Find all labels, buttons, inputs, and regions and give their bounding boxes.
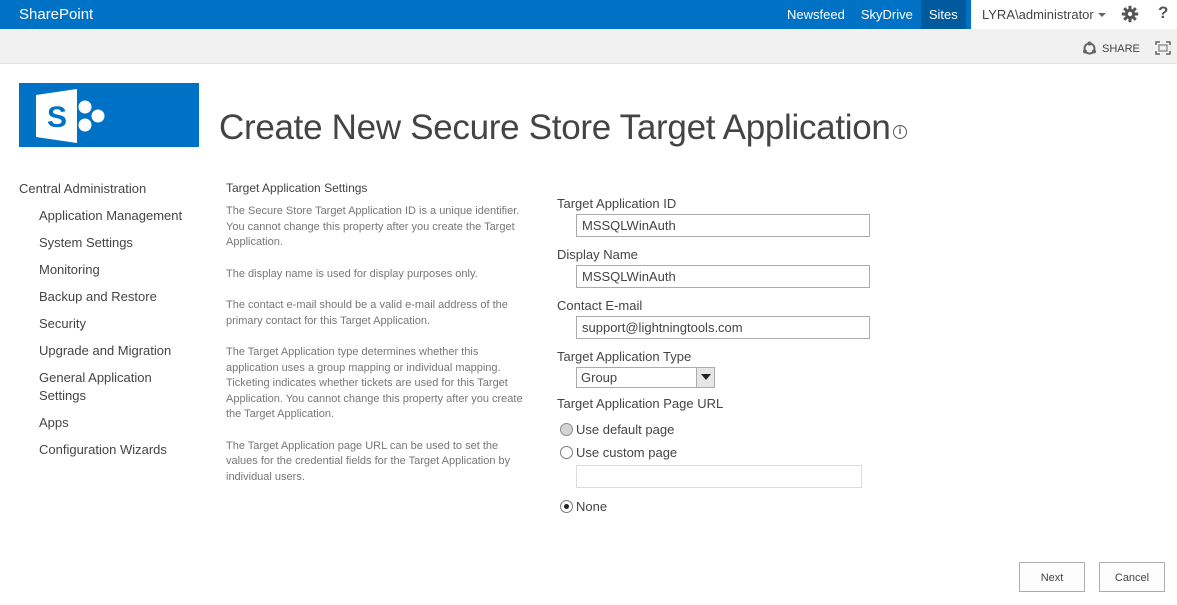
svg-text:S: S [47,101,67,134]
nav-item-application-management[interactable]: Application Management [39,207,199,225]
share-label: SHARE [1102,42,1140,55]
nav-item-system-settings[interactable]: System Settings [39,234,199,252]
suite-bar: SharePoint Newsfeed SkyDrive Sites LYRA\… [0,0,1177,29]
radio-custom-page-label: Use custom page [576,444,678,460]
nav-item-apps[interactable]: Apps [39,414,199,432]
display-name-label: Display Name [557,247,638,262]
app-type-label: Target Application Type [557,349,692,364]
suite-links: Newsfeed SkyDrive Sites [779,0,966,29]
nav-item-upgrade-and-migration[interactable]: Upgrade and Migration [39,342,199,360]
nav-item-security[interactable]: Security [39,315,199,333]
cancel-button[interactable]: Cancel [1099,562,1165,592]
help-icon[interactable]: ? [1158,3,1168,23]
description-page-url: The Target Application page URL can be u… [226,439,511,483]
contact-email-label: Contact E-mail [557,298,643,313]
target-application-form: Target Application ID Display Name Conta… [557,195,877,514]
ribbon: SHARE [0,29,1177,64]
settings-description: Target Application Settings The Secure S… [226,181,531,501]
sharepoint-logo-icon: S [36,89,105,143]
dropdown-arrow-icon[interactable] [696,368,714,387]
sites-link[interactable]: Sites [920,0,966,29]
page-title: Create New Secure Store Target Applicati… [219,108,891,147]
next-button[interactable]: Next [1019,562,1085,592]
nav-item-backup-and-restore[interactable]: Backup and Restore [39,288,199,306]
radio-custom-page[interactable]: Use custom page [557,444,877,460]
custom-page-url-input[interactable] [576,465,862,488]
info-icon[interactable]: i [893,125,907,139]
share-button[interactable]: SHARE [1082,41,1140,56]
page-url-label: Target Application Page URL [557,396,724,411]
description-contact-email: The contact e-mail should be a valid e-m… [226,299,508,327]
description-app-id: The Secure Store Target Application ID i… [226,205,520,248]
user-menu[interactable]: LYRA\administrator [982,7,1106,22]
user-area: LYRA\administrator ? [971,0,1177,29]
gear-icon[interactable] [1121,5,1139,28]
nav-items: Application Management System Settings M… [19,207,199,459]
site-logo[interactable]: S [19,83,199,147]
app-id-label: Target Application ID [557,196,677,211]
description-app-type: The Target Application type determines w… [226,346,523,420]
section-title: Target Application Settings [226,181,368,195]
app-type-value: Group [581,370,618,385]
left-nav: Central Administration Application Manag… [19,180,199,468]
radio-none[interactable]: None [557,498,877,514]
description-display-name: The display name is used for display pur… [226,267,478,280]
chevron-down-icon [1097,13,1106,17]
sharepoint-brand-link[interactable]: SharePoint [19,6,93,23]
radio-none-button[interactable] [560,499,573,513]
radio-default-page-button[interactable] [560,422,573,436]
newsfeed-link[interactable]: Newsfeed [779,0,853,29]
nav-item-monitoring[interactable]: Monitoring [39,261,199,279]
focus-on-content-icon[interactable] [1155,41,1171,60]
display-name-input[interactable] [576,265,870,288]
nav-central-administration[interactable]: Central Administration [19,180,199,197]
contact-email-input[interactable] [576,316,870,339]
share-icon [1083,41,1096,55]
user-name: LYRA\administrator [982,7,1094,22]
radio-custom-page-button[interactable] [560,445,573,459]
app-type-select[interactable]: Group [576,367,715,388]
nav-item-configuration-wizards[interactable]: Configuration Wizards [39,441,199,459]
nav-item-general-application-settings[interactable]: General Application Settings [39,369,199,405]
radio-default-page[interactable]: Use default page [557,421,877,437]
skydrive-link[interactable]: SkyDrive [853,0,921,29]
radio-none-label: None [576,498,608,514]
radio-default-page-label: Use default page [576,421,675,437]
app-id-input[interactable] [576,214,870,237]
